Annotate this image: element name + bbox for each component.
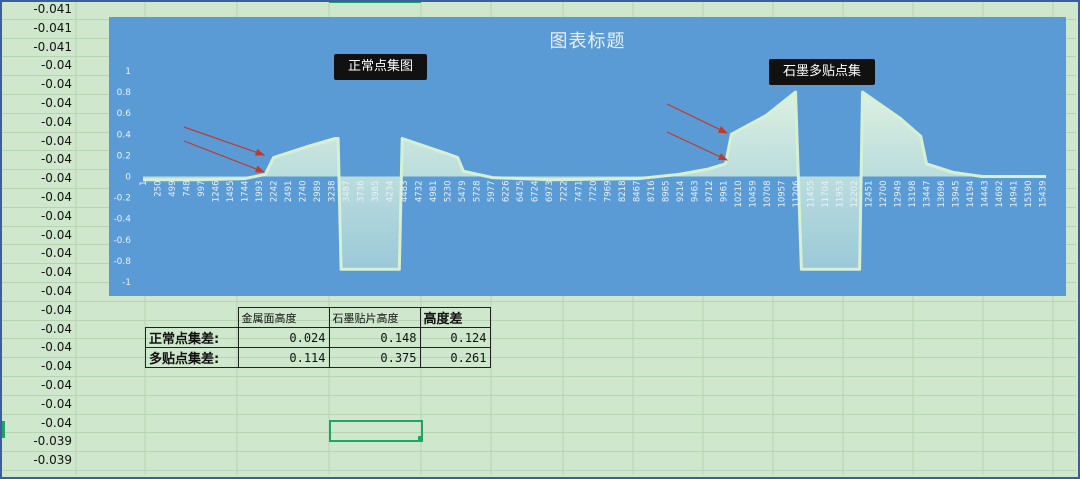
window-frame [0,0,1080,479]
